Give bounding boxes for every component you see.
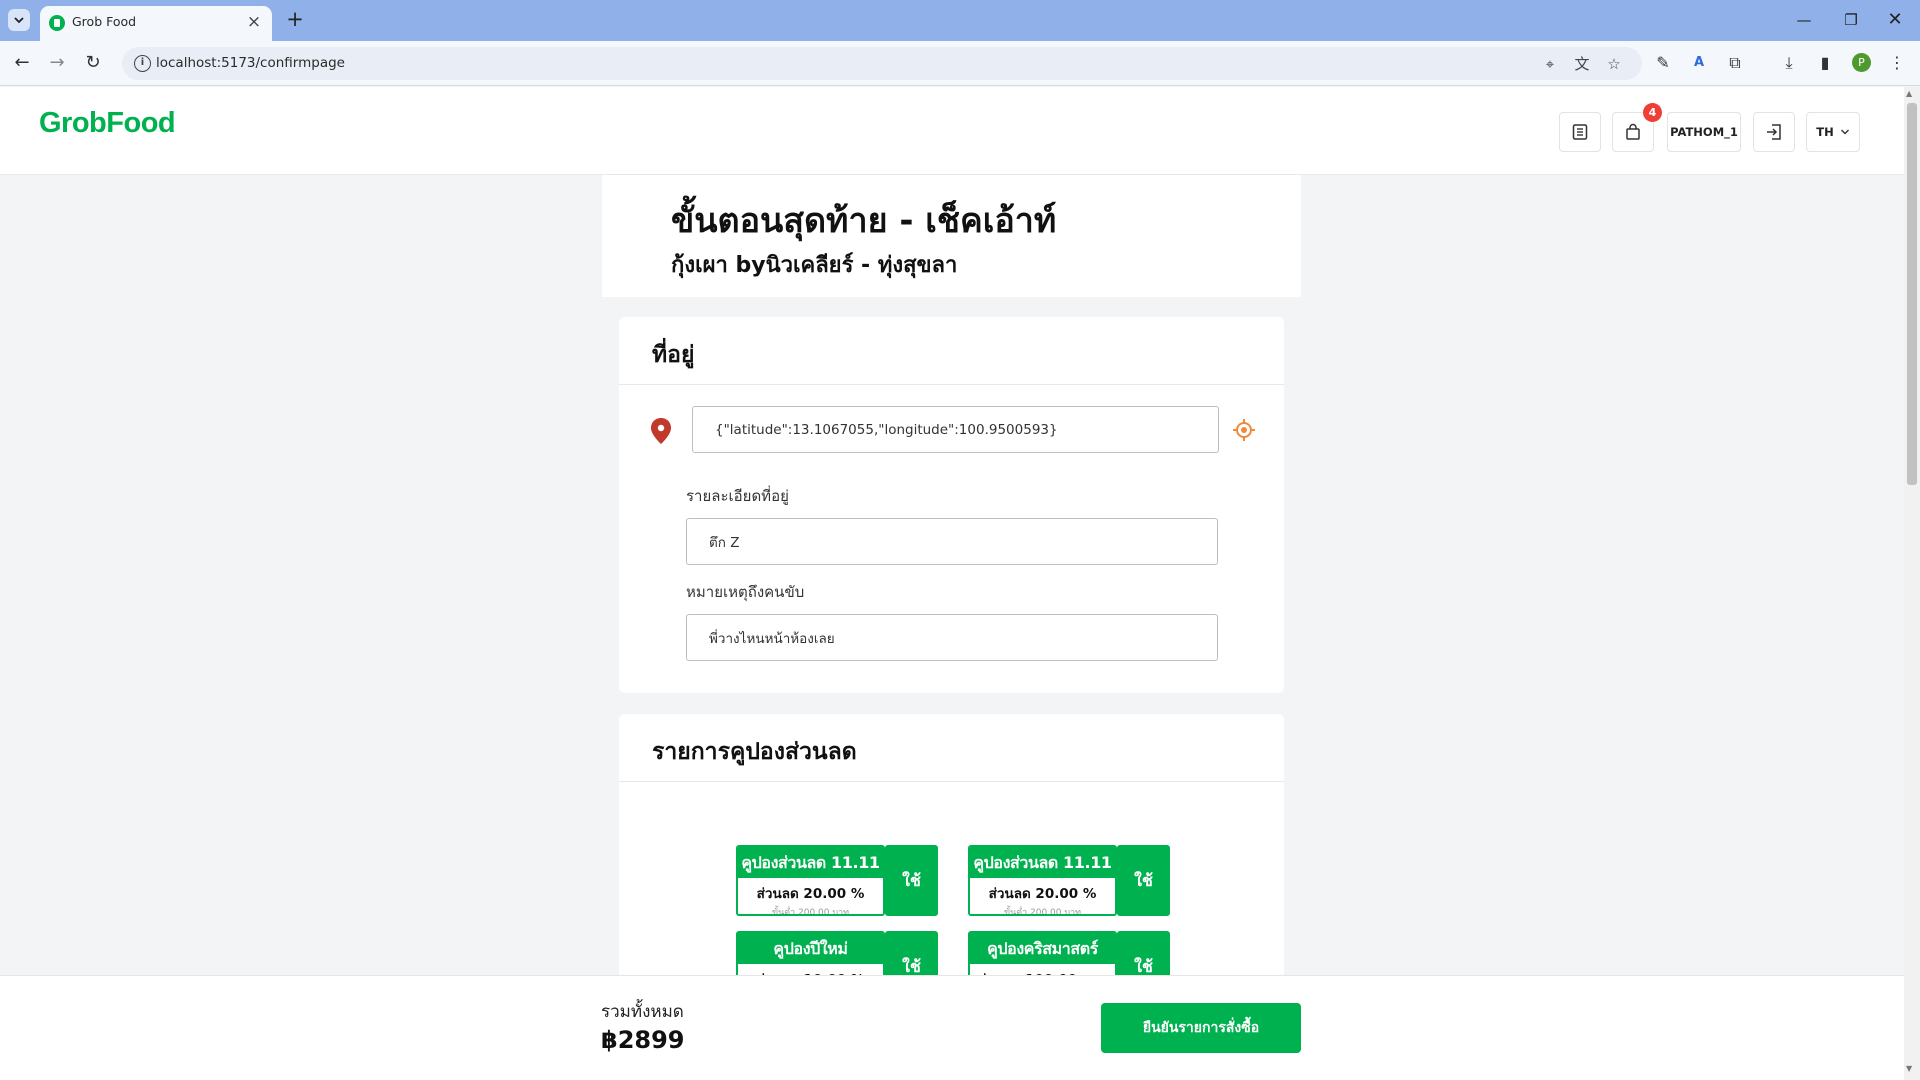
scroll-up-arrow-icon[interactable]: ▲ — [1906, 89, 1912, 98]
location-input[interactable]: {"latitude":13.1067055,"longitude":100.9… — [692, 406, 1219, 453]
grobfood-logo[interactable]: GrobFood — [39, 107, 176, 140]
new-tab-button[interactable]: + — [283, 8, 307, 32]
coupon-item: คูปองส่วนลด 11.11 ส่วนลด 20.00 % ขั้นต่ำ… — [968, 845, 1170, 916]
coupon-minimum: ขั้นต่ำ 200.00 บาท — [771, 908, 850, 916]
orders-button[interactable] — [1559, 112, 1601, 152]
checkout-title-card: ขั้นตอนสุดท้าย - เช็คเอ้าท์ กุ้งเผา byนิ… — [602, 175, 1301, 297]
minimize-button[interactable]: — — [1784, 8, 1824, 32]
browser-tab-bar: Grob Food × + — ❐ ✕ — [0, 0, 1920, 41]
shopping-bag-icon — [1626, 123, 1640, 140]
chevron-down-icon — [1840, 129, 1849, 135]
cart-count-badge: 4 — [1643, 103, 1662, 122]
coupon-discount: ส่วนลด 20.00 % — [988, 886, 1097, 902]
order-list-icon — [1572, 124, 1588, 140]
coupon-name: คูปองส่วนลด 11.11 — [970, 847, 1115, 878]
use-coupon-button[interactable]: ใช้ — [1117, 845, 1170, 916]
total-price: ฿2899 — [601, 1026, 685, 1054]
confirm-order-button[interactable]: ยืนยันรายการสั่งซื้อ — [1101, 1003, 1301, 1053]
bookmark-star-icon[interactable]: ☆ — [1604, 54, 1624, 74]
checkout-footer: รวมทั้งหมด ฿2899 ยืนยันรายการสั่งซื้อ — [0, 975, 1904, 1080]
coupon-discount: ส่วนลด 20.00 % — [756, 886, 865, 902]
coupon-name: คูปองคริสมาสตร์ — [970, 933, 1115, 964]
profile-avatar[interactable]: P — [1852, 53, 1871, 72]
scrollbar-thumb[interactable] — [1907, 103, 1917, 485]
pen-extension-icon[interactable]: ✎ — [1652, 52, 1674, 74]
coupon-ticket: คูปองส่วนลด 11.11 ส่วนลด 20.00 % ขั้นต่ำ… — [968, 845, 1117, 916]
coupon-card: รายการคูปองส่วนลด — [619, 714, 1284, 1014]
translate-extension-icon[interactable]: A — [1688, 52, 1710, 74]
coupon-ticket: คูปองส่วนลด 11.11 ส่วนลด 20.00 % ขั้นต่ำ… — [736, 845, 885, 916]
page-title: ขั้นตอนสุดท้าย - เช็คเอ้าท์ — [671, 201, 1057, 241]
driver-note-label: หมายเหตุถึงคนขับ — [686, 583, 805, 601]
use-coupon-button[interactable]: ใช้ — [885, 845, 938, 916]
browser-toolbar: ← → ↻ i localhost:5173/confirmpage ⌖ 文 ☆… — [0, 41, 1920, 86]
location-pin-icon — [651, 418, 671, 444]
current-location-icon[interactable] — [1232, 418, 1256, 442]
back-button[interactable]: ← — [9, 50, 35, 76]
download-icon[interactable]: ⤓ — [1778, 52, 1800, 74]
url-text[interactable]: localhost:5173/confirmpage — [156, 55, 345, 71]
close-window-button[interactable]: ✕ — [1875, 8, 1915, 32]
reload-button[interactable]: ↻ — [80, 50, 106, 76]
browser-tab[interactable]: Grob Food × — [40, 6, 272, 41]
logout-icon — [1767, 124, 1781, 140]
address-bar[interactable]: i localhost:5173/confirmpage ⌖ 文 ☆ — [122, 47, 1642, 80]
cart-button[interactable]: 4 — [1612, 103, 1662, 152]
language-value: TH — [1816, 125, 1834, 139]
grobfood-favicon-icon — [49, 15, 65, 31]
forward-button[interactable]: → — [44, 50, 70, 76]
scroll-down-arrow-icon[interactable]: ▼ — [1906, 1064, 1912, 1073]
app-header: GrobFood 4 PATHOM_1 TH — [0, 87, 1904, 175]
coupon-heading: รายการคูปองส่วนลด — [619, 714, 1284, 782]
address-detail-input[interactable]: ตึก Z — [686, 518, 1218, 565]
coupon-name: คูปองปีใหม่ — [738, 933, 883, 964]
chevron-down-icon — [14, 17, 24, 24]
browser-menu-icon[interactable]: ⋮ — [1886, 52, 1908, 74]
extensions-puzzle-icon[interactable]: ⧉ — [1724, 52, 1746, 74]
tab-close-icon[interactable]: × — [244, 12, 264, 32]
restaurant-name: กุ้งเผา byนิวเคลียร์ - ทุ่งสุขลา — [671, 253, 958, 278]
address-detail-label: รายละเอียดที่อยู่ — [686, 487, 789, 505]
location-icon[interactable]: ⌖ — [1540, 54, 1560, 74]
total-label: รวมทั้งหมด — [601, 1002, 684, 1022]
coupon-item: คูปองส่วนลด 11.11 ส่วนลด 20.00 % ขั้นต่ำ… — [736, 845, 938, 916]
language-select[interactable]: TH — [1806, 112, 1860, 152]
tab-search-button[interactable] — [8, 9, 30, 31]
address-heading: ที่อยู่ — [619, 317, 1284, 385]
side-panel-icon[interactable]: ▮ — [1814, 52, 1836, 74]
restore-button[interactable]: ❐ — [1831, 8, 1871, 32]
coupon-minimum: ขั้นต่ำ 200.00 บาท — [1003, 908, 1082, 916]
user-menu-button[interactable]: PATHOM_1 — [1667, 112, 1741, 152]
translate-icon[interactable]: 文 — [1572, 54, 1592, 74]
site-info-icon[interactable]: i — [134, 55, 151, 72]
driver-note-input[interactable]: พี่วางไหนหน้าห้องเลย — [686, 614, 1218, 661]
tab-title: Grob Food — [72, 14, 137, 29]
coupon-name: คูปองส่วนลด 11.11 — [738, 847, 883, 878]
logout-button[interactable] — [1753, 112, 1795, 152]
